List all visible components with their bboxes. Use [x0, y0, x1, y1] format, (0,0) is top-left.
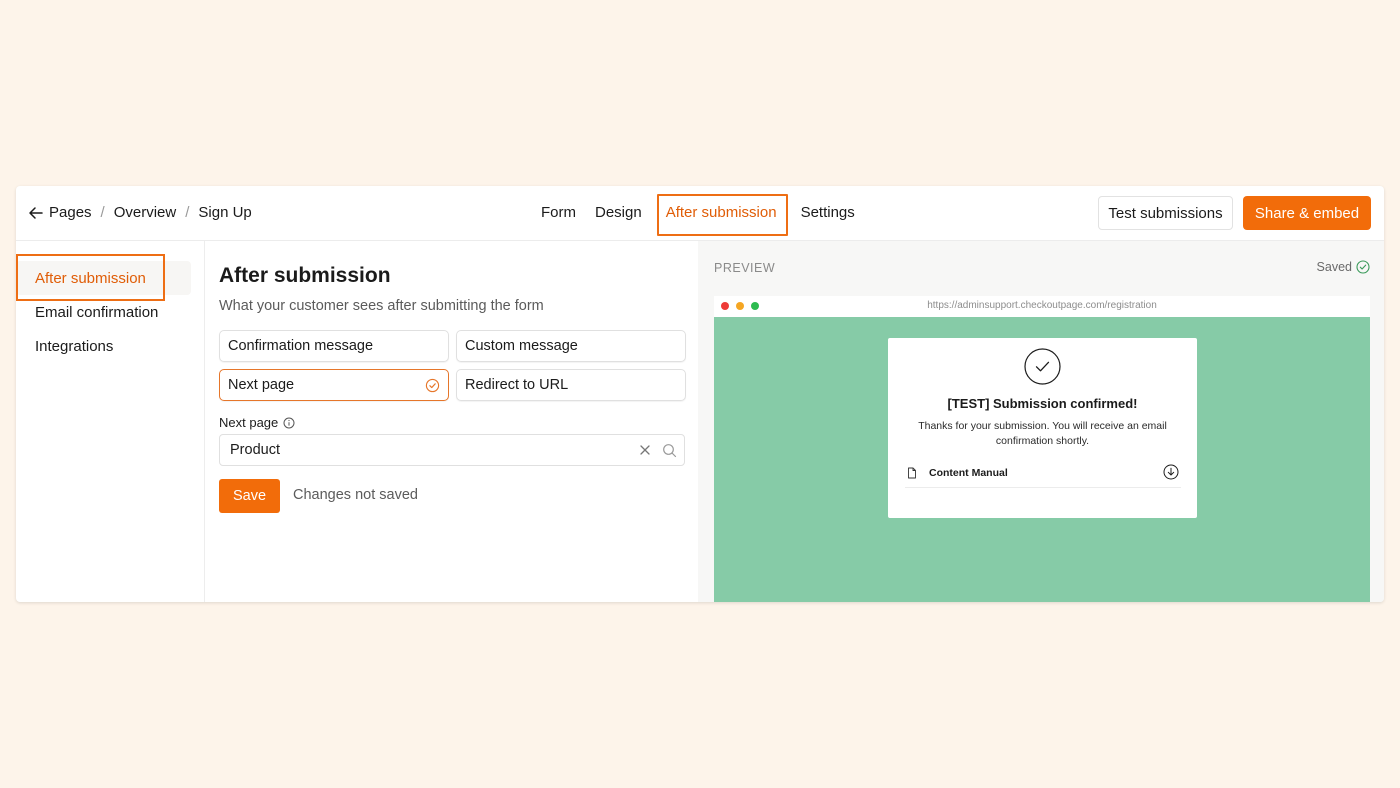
- preview-canvas: [TEST] Submission confirmed! Thanks for …: [714, 317, 1370, 602]
- info-icon[interactable]: [283, 417, 295, 429]
- option-confirmation-message[interactable]: Confirmation message: [219, 330, 449, 362]
- document-icon: [908, 467, 916, 479]
- next-page-label-text: Next page: [219, 415, 279, 430]
- breadcrumb-separator: /: [185, 204, 190, 221]
- sidebar-item-integrations[interactable]: Integrations: [35, 338, 113, 355]
- app-window: Pages / Overview / Sign Up Form Design A…: [16, 186, 1384, 602]
- top-bar: Pages / Overview / Sign Up Form Design A…: [16, 186, 1384, 241]
- file-row[interactable]: Content Manual: [905, 464, 1181, 488]
- saved-text: Saved: [1316, 260, 1352, 274]
- breadcrumb-current: Sign Up: [198, 204, 252, 221]
- tab-form[interactable]: Form: [541, 204, 576, 221]
- option-custom-message[interactable]: Custom message: [456, 330, 686, 362]
- tab-design[interactable]: Design: [595, 204, 642, 221]
- next-page-label: Next page: [219, 415, 295, 430]
- sidebar: After submission Email confirmation Inte…: [16, 241, 205, 602]
- search-icon[interactable]: [662, 443, 677, 458]
- breadcrumb: Pages / Overview / Sign Up: [49, 204, 252, 221]
- test-submissions-button[interactable]: Test submissions: [1098, 196, 1233, 230]
- card-text: Thanks for your submission. You will rec…: [918, 420, 1167, 447]
- clear-icon[interactable]: [638, 443, 652, 457]
- share-embed-button[interactable]: Share & embed: [1243, 196, 1371, 230]
- save-button[interactable]: Save: [219, 479, 280, 513]
- back-arrow-icon[interactable]: [28, 205, 44, 221]
- confirmation-card: [TEST] Submission confirmed! Thanks for …: [888, 338, 1197, 518]
- option-label: Next page: [228, 377, 295, 393]
- sidebar-item-email-confirmation[interactable]: Email confirmation: [35, 304, 158, 321]
- sidebar-item-after-submission[interactable]: After submission: [35, 270, 146, 287]
- next-page-select[interactable]: Product: [219, 434, 685, 466]
- breadcrumb-overview[interactable]: Overview: [114, 204, 177, 221]
- breadcrumb-pages[interactable]: Pages: [49, 204, 92, 221]
- check-circle-icon: [425, 378, 440, 393]
- download-icon[interactable]: [1163, 464, 1179, 480]
- option-label: Redirect to URL: [465, 377, 569, 393]
- option-redirect-url[interactable]: Redirect to URL: [456, 369, 686, 401]
- save-status: Changes not saved: [293, 487, 418, 503]
- option-label: Custom message: [465, 338, 578, 354]
- page-subtitle: What your customer sees after submitting…: [219, 298, 544, 314]
- page-title: After submission: [219, 264, 391, 287]
- preview-panel: PREVIEW Saved https://adminsupport.check…: [698, 241, 1384, 602]
- option-next-page[interactable]: Next page: [219, 369, 449, 401]
- browser-bar: https://adminsupport.checkoutpage.com/re…: [714, 296, 1370, 317]
- saved-check-icon: [1356, 260, 1370, 274]
- saved-indicator: Saved: [1317, 260, 1370, 274]
- preview-url: https://adminsupport.checkoutpage.com/re…: [927, 300, 1157, 311]
- browser-preview: https://adminsupport.checkoutpage.com/re…: [714, 296, 1370, 602]
- option-label: Confirmation message: [228, 338, 374, 354]
- tab-settings[interactable]: Settings: [801, 204, 855, 221]
- breadcrumb-separator: /: [100, 204, 105, 221]
- tab-bar: Form Design After submission Settings: [541, 204, 874, 221]
- check-circle-icon: [1024, 348, 1061, 385]
- preview-label: PREVIEW: [714, 261, 776, 275]
- next-page-value: Product: [230, 442, 280, 458]
- main-panel: After submission What your customer sees…: [206, 241, 698, 602]
- file-name: Content Manual: [929, 467, 1008, 479]
- card-title: [TEST] Submission confirmed!: [947, 396, 1138, 411]
- tab-after-submission[interactable]: After submission: [666, 204, 777, 221]
